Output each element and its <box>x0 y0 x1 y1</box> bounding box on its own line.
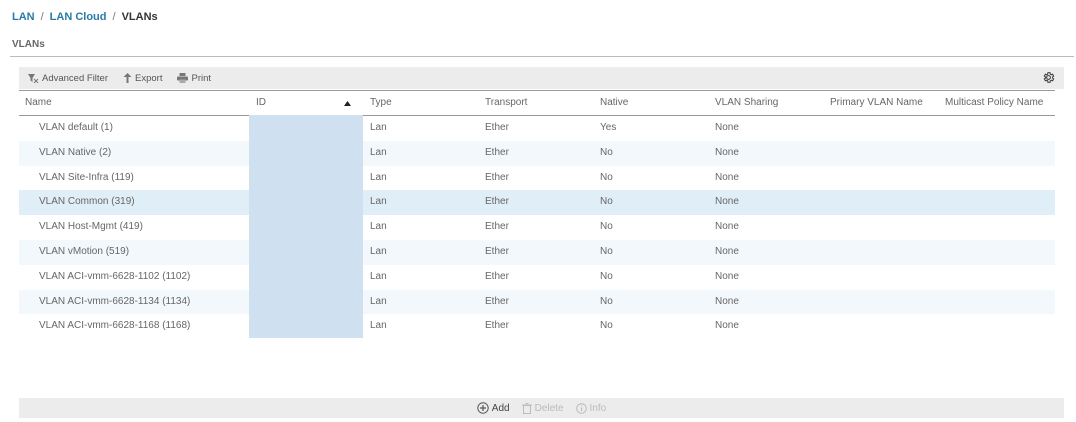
table-row[interactable]: VLAN Native (2)2LanEtherNoNone <box>19 140 1055 166</box>
table-settings-button[interactable] <box>1042 71 1055 87</box>
column-header-primary-vlan-name[interactable]: Primary VLAN Name <box>830 97 923 108</box>
cell-name: VLAN Host-Mgmt (419) <box>39 221 143 233</box>
column-header-transport[interactable]: Transport <box>485 97 527 108</box>
table-row[interactable]: VLAN default (1)1LanEtherYesNone <box>19 116 1055 141</box>
cell-native: No <box>600 295 613 307</box>
upload-arrow-icon <box>123 73 132 83</box>
gear-icon <box>1043 72 1055 83</box>
cell-type: Lan <box>370 245 387 257</box>
breadcrumb-link-lan-cloud[interactable]: LAN Cloud <box>50 11 107 23</box>
cell-vlan-sharing: None <box>715 320 739 332</box>
printer-icon <box>177 73 189 83</box>
column-header-id[interactable]: ID <box>256 97 266 108</box>
breadcrumb-separator: / <box>112 11 116 23</box>
trash-icon <box>521 402 532 414</box>
cell-native: No <box>600 221 613 233</box>
cell-type: Lan <box>370 196 387 208</box>
column-header-name[interactable]: Name <box>25 97 52 108</box>
cell-name: VLAN Native (2) <box>39 146 112 158</box>
cell-native: No <box>600 270 613 282</box>
section-divider <box>10 56 1074 57</box>
cell-transport: Ether <box>485 245 509 257</box>
info-label: Info <box>589 402 607 414</box>
cell-type: Lan <box>370 122 387 133</box>
cell-native: No <box>600 245 613 257</box>
breadcrumb: LAN / LAN Cloud / VLANs <box>12 11 158 23</box>
cell-native: No <box>600 196 613 208</box>
info-icon <box>575 402 587 414</box>
plus-circle-icon <box>477 402 489 414</box>
cell-vlan-sharing: None <box>715 221 739 233</box>
print-button[interactable]: Print <box>177 73 211 84</box>
info-button[interactable]: Info <box>575 402 607 414</box>
cell-name: VLAN ACI-vmm-6628-1102 (1102) <box>39 270 191 282</box>
cell-name: VLAN ACI-vmm-6628-1168 (1168) <box>39 320 191 332</box>
cell-vlan-sharing: None <box>715 171 739 183</box>
cell-vlan-sharing: None <box>715 122 739 133</box>
export-label: Export <box>135 72 163 84</box>
cell-type: Lan <box>370 270 387 282</box>
column-header-native[interactable]: Native <box>600 97 628 108</box>
section-title: VLANs <box>12 39 45 50</box>
cell-transport: Ether <box>485 146 509 158</box>
cell-name: VLAN vMotion (519) <box>39 245 130 257</box>
cell-native: No <box>600 320 613 332</box>
table-action-bar: Add Delete Info <box>19 398 1064 418</box>
cell-name: VLAN Site-Infra (119) <box>39 171 134 183</box>
cell-transport: Ether <box>485 171 509 183</box>
table-body: VLAN default (1)1LanEtherYesNoneVLAN Nat… <box>19 116 1055 339</box>
export-button[interactable]: Export <box>123 73 162 84</box>
cell-type: Lan <box>370 295 387 307</box>
cell-name: VLAN default (1) <box>39 122 113 133</box>
table-row[interactable]: VLAN ACI-vmm-6628-1134 (1134)1134LanEthe… <box>19 289 1055 315</box>
table-header: Name ID Type Transport Native VLAN Shari… <box>19 90 1055 116</box>
column-header-vlan-sharing[interactable]: VLAN Sharing <box>715 97 778 108</box>
advanced-filter-button[interactable]: Advanced Filter <box>28 73 108 84</box>
add-button[interactable]: Add <box>477 402 510 414</box>
table-row[interactable]: VLAN Common (319)319LanEtherNoNone <box>19 190 1055 216</box>
filter-icon <box>28 73 39 83</box>
table-row[interactable]: VLAN Host-Mgmt (419)419LanEtherNoNone <box>19 215 1055 240</box>
advanced-filter-label: Advanced Filter <box>42 72 109 84</box>
breadcrumb-separator: / <box>40 11 44 23</box>
vlan-table: Name ID Type Transport Native VLAN Shari… <box>19 90 1055 339</box>
cell-type: Lan <box>370 221 387 233</box>
cell-transport: Ether <box>485 295 509 307</box>
sorted-column-highlight <box>249 115 363 338</box>
table-row[interactable]: VLAN ACI-vmm-6628-1168 (1168)1168LanEthe… <box>19 314 1055 339</box>
cell-name: VLAN ACI-vmm-6628-1134 (1134) <box>39 295 191 307</box>
cell-vlan-sharing: None <box>715 295 739 307</box>
breadcrumb-current: VLANs <box>121 11 158 23</box>
cell-vlan-sharing: None <box>715 245 739 257</box>
cell-transport: Ether <box>485 196 509 208</box>
column-header-type[interactable]: Type <box>370 97 392 108</box>
cell-transport: Ether <box>485 270 509 282</box>
table-row[interactable]: VLAN Site-Infra (119)119LanEtherNoNone <box>19 166 1055 191</box>
delete-label: Delete <box>534 402 564 414</box>
cell-native: No <box>600 146 613 158</box>
cell-vlan-sharing: None <box>715 146 739 158</box>
cell-native: Yes <box>600 122 617 133</box>
cell-transport: Ether <box>485 320 509 332</box>
cell-vlan-sharing: None <box>715 196 739 208</box>
print-label: Print <box>191 72 212 84</box>
cell-type: Lan <box>370 171 387 183</box>
table-row[interactable]: VLAN ACI-vmm-6628-1102 (1102)1102LanEthe… <box>19 265 1055 290</box>
table-row[interactable]: VLAN vMotion (519)519LanEtherNoNone <box>19 239 1055 265</box>
cell-transport: Ether <box>485 122 509 133</box>
breadcrumb-link-lan[interactable]: LAN <box>12 11 35 23</box>
sort-ascending-icon[interactable] <box>344 101 351 106</box>
table-toolbar: Advanced Filter Export Print <box>19 67 1064 89</box>
delete-button[interactable]: Delete <box>521 402 564 414</box>
cell-type: Lan <box>370 320 387 332</box>
add-label: Add <box>491 402 510 414</box>
cell-transport: Ether <box>485 221 509 233</box>
cell-vlan-sharing: None <box>715 270 739 282</box>
column-header-multicast-policy-name[interactable]: Multicast Policy Name <box>945 97 1043 108</box>
cell-native: No <box>600 171 613 183</box>
cell-type: Lan <box>370 146 387 158</box>
cell-name: VLAN Common (319) <box>39 196 135 208</box>
